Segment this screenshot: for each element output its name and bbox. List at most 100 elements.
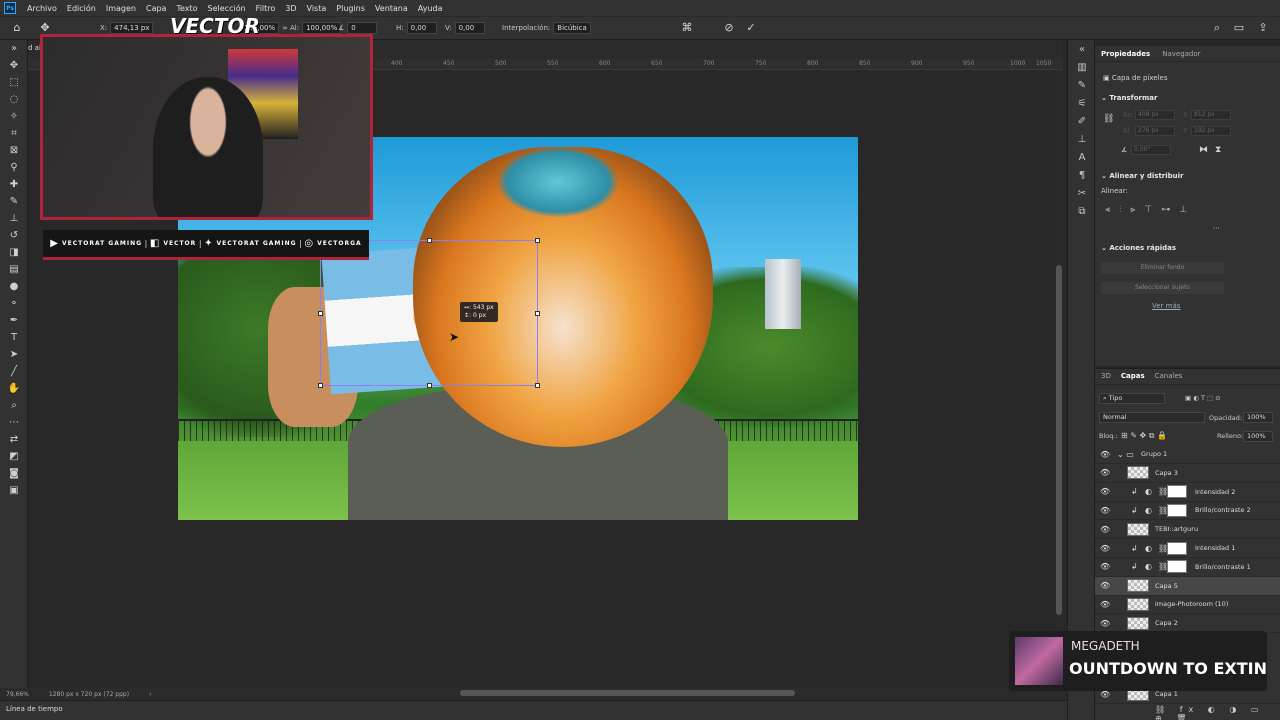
eye-icon[interactable]: 👁	[1100, 506, 1110, 515]
al-field[interactable]: 276 px	[1135, 126, 1175, 136]
paragraph-icon[interactable]: ¶	[1068, 166, 1096, 184]
eye-icon[interactable]: 👁	[1100, 544, 1110, 553]
menu-ventana[interactable]: Ventana	[370, 4, 413, 13]
layer-mask-thumbnail[interactable]	[1167, 485, 1187, 499]
layers-toolbar[interactable]: ⛓ fx ◐ ◑ ▭ ⊕ 🗑	[1155, 705, 1280, 720]
tab-properties[interactable]: Propiedades	[1101, 50, 1150, 58]
menu-seleccion[interactable]: Selección	[203, 4, 251, 13]
link-icon[interactable]: ∞	[282, 24, 288, 32]
tab-navigator[interactable]: Navegador	[1162, 50, 1200, 58]
line-tool-icon[interactable]: ╱	[0, 363, 28, 380]
menu-ayuda[interactable]: Ayuda	[413, 4, 448, 13]
transform-handle[interactable]	[535, 383, 540, 388]
y-field[interactable]: 192 px	[1191, 126, 1231, 136]
blend-mode-select[interactable]: Normal	[1099, 412, 1205, 423]
transform-handle[interactable]	[318, 383, 323, 388]
cancel-transform-icon[interactable]: ⊘	[722, 21, 736, 35]
layer-thumbnail[interactable]	[1127, 466, 1149, 480]
quick-actions-section[interactable]: ⌄ Acciones rápidas	[1101, 244, 1176, 252]
clone-source-icon[interactable]: ⊥	[1068, 130, 1096, 148]
eye-icon[interactable]: 👁	[1100, 600, 1110, 609]
eyedropper-icon[interactable]: ⚲	[0, 159, 28, 176]
workspace-icon[interactable]: ▭	[1232, 21, 1246, 35]
layer-filter-select[interactable]: ⌕ Tipo	[1099, 393, 1165, 404]
opacity-field[interactable]: 100%	[1243, 412, 1273, 423]
align-left-icon[interactable]: ⫷	[1105, 205, 1110, 215]
flip-vertical-icon[interactable]: ⧗	[1215, 145, 1221, 155]
see-more-link[interactable]: Ver más	[1152, 302, 1180, 310]
collapse-icon[interactable]: »	[0, 40, 28, 57]
eye-icon[interactable]: 👁	[1100, 487, 1110, 496]
layer-thumbnail[interactable]	[1127, 522, 1149, 536]
document-tab[interactable]: d al	[28, 44, 41, 52]
layer-mask-thumbnail[interactable]	[1167, 503, 1187, 517]
vskew-field[interactable]: 0,00	[454, 22, 485, 34]
menu-vista[interactable]: Vista	[302, 4, 332, 13]
brush-settings-icon[interactable]: ✎	[1068, 76, 1096, 94]
tab-layers[interactable]: Capas	[1121, 372, 1145, 381]
blur-tool-icon[interactable]: ●	[0, 278, 28, 295]
eraser-tool-icon[interactable]: ◨	[0, 244, 28, 261]
transform-handle[interactable]	[427, 383, 432, 388]
layer-row[interactable]: 👁 Capa 3	[1095, 464, 1280, 483]
eye-icon[interactable]: 👁	[1100, 562, 1110, 571]
adjustments-icon[interactable]: ⚟	[1068, 94, 1096, 112]
transform-bounding-box[interactable]	[318, 238, 540, 388]
magic-wand-icon[interactable]: ✧	[0, 108, 28, 125]
layer-thumbnail[interactable]	[1127, 616, 1149, 630]
eye-icon[interactable]: 👁	[1100, 619, 1110, 628]
layer-row[interactable]: 👁 Capa 5	[1095, 576, 1280, 596]
menu-capa[interactable]: Capa	[141, 4, 171, 13]
more-tools-icon[interactable]: ⋯	[0, 414, 28, 431]
layer-row[interactable]: 👁 ↲ ◐ ⛓ Intensidad 2	[1095, 483, 1280, 502]
folder-icon[interactable]: ⌄ ▭	[1117, 450, 1134, 459]
lasso-tool-icon[interactable]: ◌	[0, 91, 28, 108]
more-options-icon[interactable]: ⋯	[1213, 224, 1220, 232]
height-percent-field[interactable]: 100,00%	[302, 22, 342, 34]
flip-horizontal-icon[interactable]: ⧓	[1199, 145, 1208, 155]
layer-thumbnail[interactable]	[1127, 597, 1149, 611]
lock-icons[interactable]: ⊞ ✎ ✥ ⧉ 🔒	[1121, 431, 1167, 441]
eye-icon[interactable]: 👁	[1100, 468, 1110, 477]
menu-texto[interactable]: Texto	[171, 4, 202, 13]
warp-icon[interactable]: ⌘	[680, 21, 694, 35]
history-brush-icon[interactable]: ↺	[0, 227, 28, 244]
transform-section[interactable]: ⌄ Transformar	[1101, 94, 1157, 102]
align-right-icon[interactable]: ⫸	[1130, 205, 1135, 215]
menu-3d[interactable]: 3D	[280, 4, 301, 13]
color-swatches-icon[interactable]: ◩	[0, 448, 28, 465]
layer-mask-thumbnail[interactable]	[1167, 541, 1187, 555]
align-top-icon[interactable]: ⊤	[1144, 205, 1152, 215]
layer-row[interactable]: 👁 ↲ ◐ ⛓ Brillo/contraste 2	[1095, 501, 1280, 521]
share-icon[interactable]: ⇪	[1256, 21, 1270, 35]
transform-handle[interactable]	[318, 311, 323, 316]
menu-plugins[interactable]: Plugins	[331, 4, 370, 13]
zoom-level[interactable]: 79,66%	[6, 691, 29, 698]
quick-mask-icon[interactable]: ◙	[0, 465, 28, 482]
marquee-tool-icon[interactable]: ⬚	[0, 74, 28, 91]
layer-thumbnail[interactable]	[1127, 579, 1149, 593]
remove-background-button[interactable]: Eliminar fondo	[1101, 262, 1224, 274]
interpolation-select[interactable]: Bicúbica	[553, 22, 591, 34]
path-select-icon[interactable]: ➤	[0, 346, 28, 363]
dodge-tool-icon[interactable]: ⚬	[0, 295, 28, 312]
hand-tool-icon[interactable]: ✋	[0, 380, 28, 397]
libraries-icon[interactable]: ▥	[1068, 58, 1096, 76]
x-position-field[interactable]: 474,13 px	[110, 22, 154, 34]
eye-icon[interactable]: 👁	[1100, 525, 1110, 534]
transform-handle[interactable]	[535, 238, 540, 243]
angle-field[interactable]: 0,00°	[1131, 145, 1171, 155]
transform-handle[interactable]	[427, 238, 432, 243]
swap-colors-icon[interactable]: ⇄	[0, 431, 28, 448]
fill-field[interactable]: 100%	[1243, 431, 1273, 442]
rotate-field[interactable]: 0	[347, 22, 378, 34]
transform-handle[interactable]	[535, 311, 540, 316]
menu-edicion[interactable]: Edición	[62, 4, 101, 13]
brush-tool-icon[interactable]: ✎	[0, 193, 28, 210]
align-center-h-icon[interactable]: ⫶	[1119, 205, 1121, 215]
align-middle-v-icon[interactable]: ⊶	[1161, 205, 1170, 215]
type-tool-icon[interactable]: T	[0, 329, 28, 346]
menu-archivo[interactable]: Archivo	[22, 4, 62, 13]
layer-row[interactable]: 👁 ↲ ◐ ⛓ Intensidad 1	[1095, 539, 1280, 558]
crop-tool-icon[interactable]: ⌗	[0, 125, 28, 142]
